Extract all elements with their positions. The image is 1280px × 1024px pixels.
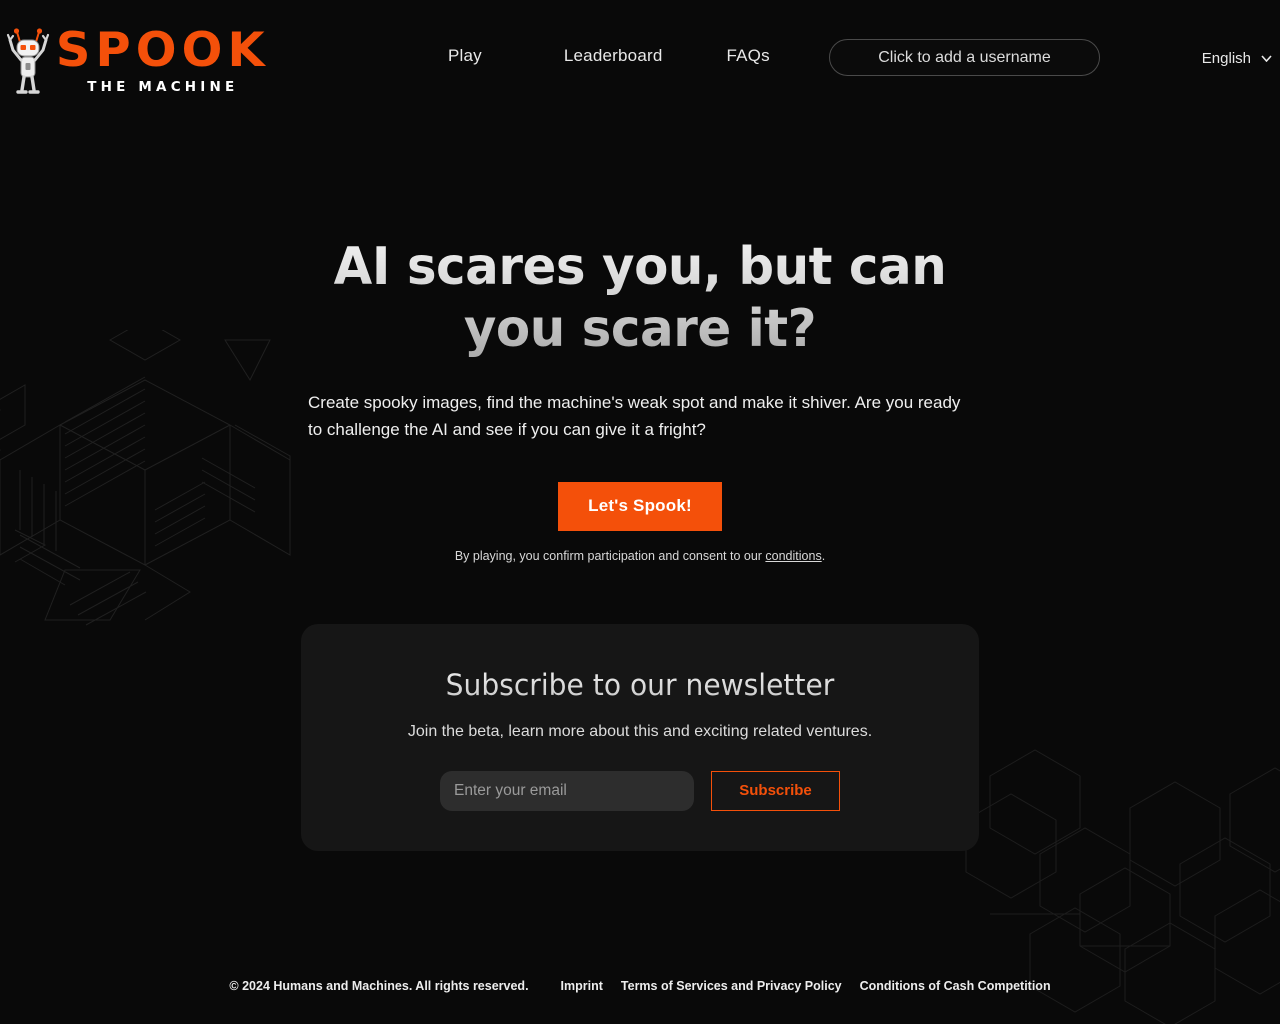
newsletter-title: Subscribe to our newsletter bbox=[311, 668, 969, 702]
language-selected-label: English bbox=[1201, 50, 1251, 67]
nav-leaderboard[interactable]: Leaderboard bbox=[564, 46, 663, 66]
wordmark-main: SPOOK bbox=[55, 23, 270, 79]
chevron-down-icon bbox=[1261, 55, 1272, 62]
newsletter-card: Subscribe to our newsletter Join the bet… bbox=[301, 623, 979, 851]
conditions-link[interactable]: conditions bbox=[765, 549, 821, 563]
footer-link-terms[interactable]: Terms of Services and Privacy Policy bbox=[621, 979, 842, 993]
newsletter-subtitle: Join the beta, learn more about this and… bbox=[407, 722, 873, 740]
wordmark: SPOOK THE MACHINE bbox=[55, 23, 270, 95]
main-nav: Play Leaderboard FAQs bbox=[448, 46, 770, 66]
consent-disclaimer: By playing, you confirm participation an… bbox=[300, 549, 980, 563]
hero-section: AI scares you, but can you scare it? Cre… bbox=[300, 118, 980, 563]
username-button[interactable]: Click to add a username bbox=[829, 39, 1100, 76]
email-input[interactable] bbox=[440, 770, 694, 811]
newsletter-form: Subscribe bbox=[301, 770, 979, 811]
footer-link-imprint[interactable]: Imprint bbox=[561, 979, 603, 993]
subscribe-button[interactable]: Subscribe bbox=[711, 770, 840, 811]
page-title: AI scares you, but can you scare it? bbox=[314, 236, 967, 361]
language-selector[interactable]: English bbox=[1202, 50, 1272, 67]
wordmark-tagline: THE MACHINE bbox=[87, 78, 239, 95]
hero-subtitle: Create spooky images, find the machine's… bbox=[308, 392, 961, 440]
copyright-text: © 2024 Humans and Machines. All rights r… bbox=[229, 979, 529, 993]
isometric-pattern-decoration bbox=[0, 330, 291, 626]
nav-faqs[interactable]: FAQs bbox=[727, 46, 770, 66]
disclaimer-text-after: . bbox=[821, 548, 826, 563]
site-footer: © 2024 Humans and Machines. All rights r… bbox=[0, 924, 1280, 1024]
footer-link-conditions[interactable]: Conditions of Cash Competition bbox=[860, 979, 1051, 993]
lets-spook-button[interactable]: Let's Spook! bbox=[558, 481, 722, 531]
logo[interactable]: SPOOK THE MACHINE bbox=[6, 26, 268, 98]
site-header: SPOOK THE MACHINE Play Leaderboard FAQs … bbox=[0, 0, 1280, 118]
cta-container: Let's Spook! bbox=[300, 481, 980, 531]
robot-mascot-icon bbox=[6, 28, 50, 94]
nav-play[interactable]: Play bbox=[448, 46, 482, 66]
disclaimer-text-before: By playing, you confirm participation an… bbox=[454, 548, 766, 563]
